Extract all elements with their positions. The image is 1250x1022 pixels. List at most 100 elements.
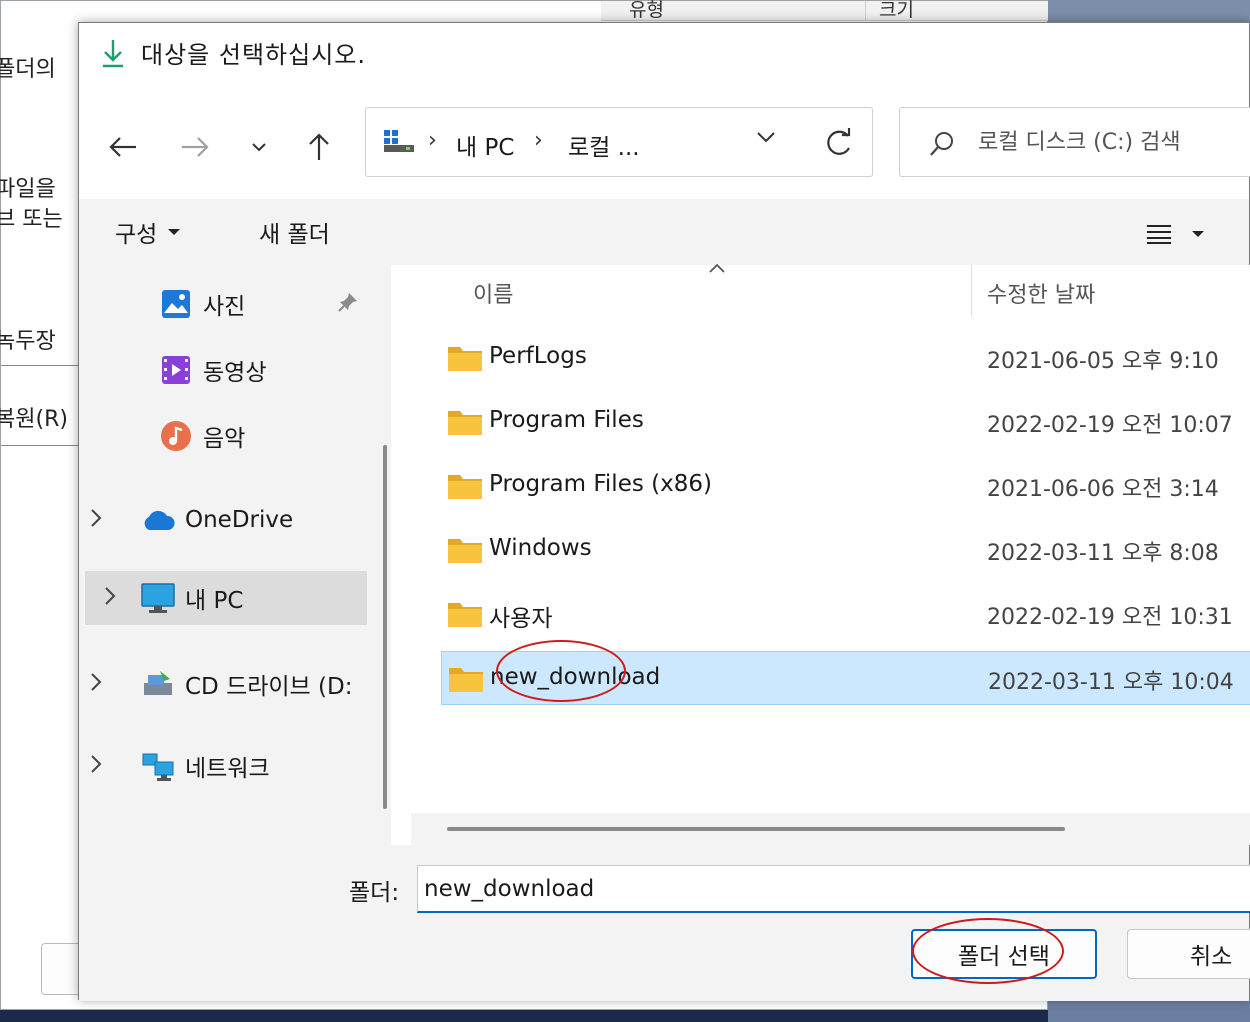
file-date: 2022-03-11 오후 8:08 xyxy=(987,541,1219,566)
background-text: 폴더의 xyxy=(0,57,56,82)
file-row[interactable]: Windows 2022-03-11 오후 8:08 xyxy=(441,523,1250,577)
file-name: PerfLogs xyxy=(489,343,587,369)
column-header-date[interactable]: 수정한 날짜 xyxy=(987,277,1095,309)
pin-icon[interactable] xyxy=(337,291,359,313)
background-text: 복원(R) xyxy=(0,407,68,432)
nav-item-label: OneDrive xyxy=(185,507,294,533)
onedrive-icon xyxy=(141,503,175,537)
file-row-selected[interactable]: new_download 2022-03-11 오후 10:04 xyxy=(441,651,1250,705)
file-name: 사용자 xyxy=(489,606,553,632)
nav-item-label: 내 PC xyxy=(185,588,244,614)
nav-item-label: CD 드라이브 (D: xyxy=(185,674,353,700)
breadcrumb-separator: › xyxy=(428,128,437,153)
videos-icon xyxy=(159,353,193,387)
dialog-title: 대상을 선택하십시오. xyxy=(141,41,366,69)
file-date: 2022-03-11 오후 10:04 xyxy=(988,670,1234,695)
background-divider xyxy=(1,445,79,446)
background-header-type: 유형 xyxy=(629,0,664,21)
file-date: 2022-02-19 오전 10:07 xyxy=(987,413,1233,438)
file-name: Program Files (x86) xyxy=(489,471,712,497)
scrollbar-thumb[interactable] xyxy=(447,827,1065,831)
nav-item-cd-drive[interactable]: CD 드라이브 (D: xyxy=(91,657,353,711)
pc-icon xyxy=(141,581,175,615)
file-row[interactable]: Program Files 2022-02-19 오전 10:07 xyxy=(441,395,1250,449)
dialog-footer: 폴더: 폴더 선택 취소 xyxy=(79,845,1250,1001)
file-row[interactable]: PerfLogs 2021-06-05 오후 9:10 xyxy=(441,331,1250,385)
folder-icon xyxy=(448,539,482,563)
nav-item-onedrive[interactable]: OneDrive xyxy=(91,493,294,547)
column-header-name[interactable]: 이름 xyxy=(473,277,513,309)
background-text: 브 또는 xyxy=(0,207,63,232)
file-name: new_download xyxy=(490,664,661,690)
chevron-right-icon[interactable] xyxy=(103,585,117,607)
background-text: 파일을 xyxy=(0,177,56,202)
network-icon xyxy=(141,749,175,783)
select-folder-dialog: 대상을 선택하십시오. › 내 PC › 로컬 ... 로컬 디스크 (C:) … xyxy=(78,22,1250,1001)
address-bar[interactable]: › 내 PC › 로컬 ... xyxy=(365,107,873,177)
up-button[interactable] xyxy=(299,127,339,167)
nav-item-label: 음악 xyxy=(203,426,246,452)
refresh-icon[interactable] xyxy=(818,124,858,164)
view-options-button[interactable] xyxy=(1145,215,1205,253)
cd-drive-icon xyxy=(141,667,175,701)
caret-down-icon xyxy=(1192,231,1204,237)
arrow-up-icon xyxy=(309,133,329,160)
new-folder-button[interactable]: 새 폴더 xyxy=(259,213,330,251)
file-date: 2021-06-06 오전 3:14 xyxy=(987,477,1219,502)
horizontal-scrollbar[interactable] xyxy=(411,813,1250,845)
nav-item-music[interactable]: 음악 xyxy=(159,409,245,463)
background-divider xyxy=(1,365,79,366)
file-row[interactable]: Program Files (x86) 2021-06-06 오전 3:14 xyxy=(441,459,1250,513)
file-list-pane: 이름 수정한 날짜 PerfLogs 2021-06-05 오후 9:10 Pr… xyxy=(411,263,1250,845)
file-name: Program Files xyxy=(489,407,644,433)
folder-icon xyxy=(448,411,482,435)
search-input[interactable] xyxy=(978,122,1238,162)
chevron-down-icon[interactable] xyxy=(756,130,776,144)
file-row[interactable]: 사용자 2022-02-19 오전 10:31 xyxy=(441,587,1250,641)
column-divider[interactable] xyxy=(971,265,972,317)
breadcrumb-pc[interactable]: 내 PC xyxy=(456,128,514,162)
navigation-pane: 사진 동영상 음악 OneDrive 내 PC CD 드라이브 (D: 네트워크 xyxy=(79,265,391,845)
music-icon xyxy=(159,419,193,453)
chevron-right-icon[interactable] xyxy=(89,507,103,529)
folder-icon xyxy=(448,347,482,371)
search-icon xyxy=(930,132,953,156)
new-folder-label: 새 폴더 xyxy=(259,222,330,248)
navigation-scrollbar[interactable] xyxy=(383,445,387,809)
list-view-icon xyxy=(1147,225,1171,244)
background-column-header: 유형 크기 xyxy=(601,0,1049,21)
nav-item-this-pc[interactable]: 내 PC xyxy=(85,571,367,625)
nav-item-label: 네트워크 xyxy=(185,756,270,782)
file-name: Windows xyxy=(489,535,592,561)
desktop-background xyxy=(1048,0,1250,22)
caret-down-icon xyxy=(168,229,181,235)
command-toolbar: 구성 새 폴더 xyxy=(79,199,1249,265)
nav-item-label: 동영상 xyxy=(203,360,267,386)
forward-button[interactable] xyxy=(175,127,215,167)
arrow-right-icon xyxy=(182,137,209,157)
breadcrumb-separator: › xyxy=(534,128,543,153)
file-date: 2022-02-19 오전 10:31 xyxy=(987,605,1233,630)
search-box[interactable] xyxy=(899,107,1250,177)
folder-name-input[interactable] xyxy=(417,865,1250,913)
nav-item-videos[interactable]: 동영상 xyxy=(159,343,266,397)
cancel-button[interactable]: 취소 xyxy=(1127,929,1250,979)
nav-item-network[interactable]: 네트워크 xyxy=(91,739,270,793)
organize-label: 구성 xyxy=(115,222,158,248)
chevron-right-icon[interactable] xyxy=(89,671,103,693)
local-disk-icon xyxy=(384,130,414,152)
recent-locations-button[interactable] xyxy=(239,127,279,167)
back-button[interactable] xyxy=(103,127,143,167)
chevron-right-icon[interactable] xyxy=(89,753,103,775)
select-folder-button[interactable]: 폴더 선택 xyxy=(911,929,1097,979)
organize-button[interactable]: 구성 xyxy=(115,213,181,251)
pictures-icon xyxy=(159,287,193,321)
file-date: 2021-06-05 오후 9:10 xyxy=(987,349,1219,374)
chevron-down-icon xyxy=(252,143,266,152)
breadcrumb-local-disk[interactable]: 로컬 ... xyxy=(568,128,640,162)
folder-icon xyxy=(448,603,482,627)
nav-item-pictures[interactable]: 사진 xyxy=(159,277,245,331)
nav-item-label: 사진 xyxy=(203,294,246,320)
folder-field-label: 폴더: xyxy=(349,880,400,906)
arrow-left-icon xyxy=(109,137,136,157)
